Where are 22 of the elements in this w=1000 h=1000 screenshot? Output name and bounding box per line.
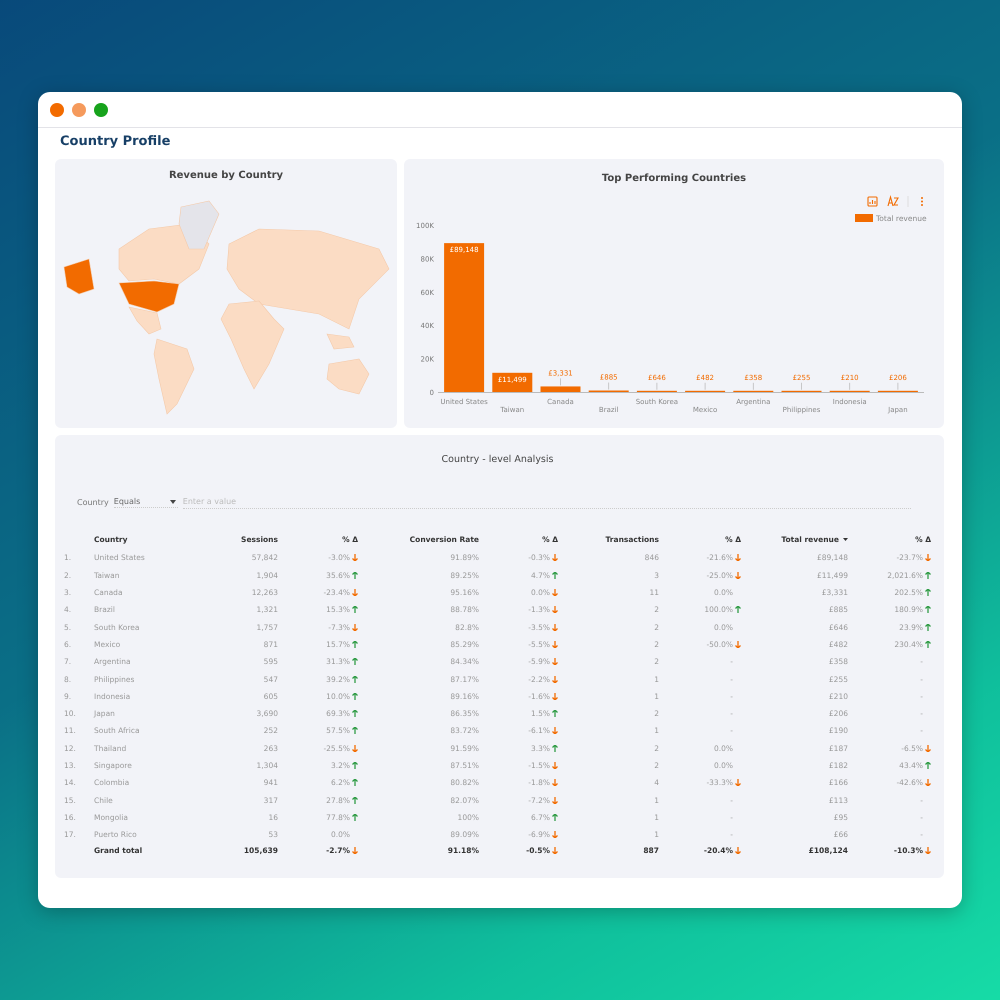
sort-icon[interactable] (887, 194, 899, 207)
leader-line (801, 382, 802, 390)
table-title: Country - level Analysis (442, 454, 554, 465)
leader-line (656, 382, 658, 390)
filter-label: Country (77, 498, 109, 506)
leader-line (608, 382, 610, 390)
bar (492, 372, 532, 392)
chart-title: Revenue by Country (168, 170, 284, 181)
operator-dropdown[interactable]: Equals (114, 496, 178, 508)
window-control-button[interactable] (50, 102, 64, 116)
leader-line (752, 382, 754, 390)
leader-line (849, 382, 850, 390)
chart-icon[interactable] (867, 196, 878, 207)
page-title: Country Profile (60, 134, 172, 151)
value-input[interactable]: Enter a value (182, 496, 911, 508)
leader-line (560, 378, 561, 386)
window-control-button[interactable] (94, 102, 108, 116)
bar (540, 386, 580, 392)
chart-title: Top Performing Countries (602, 173, 746, 184)
leader-line (704, 382, 706, 390)
window-control-button[interactable] (72, 102, 86, 116)
caret-icon (170, 500, 176, 504)
